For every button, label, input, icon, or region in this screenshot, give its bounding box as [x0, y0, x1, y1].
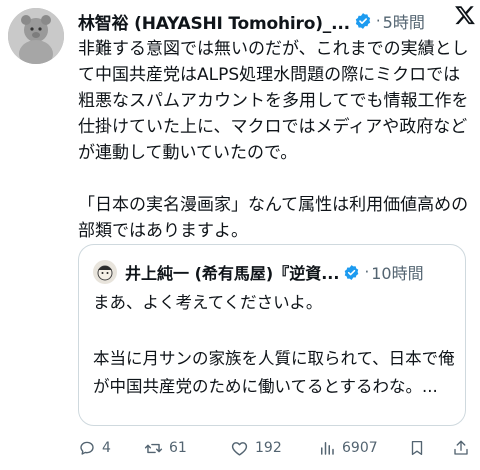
tweet-header: 林智裕 (HAYASHI Tomohiro)_... · 5時間 — [78, 6, 468, 36]
bookmark-button[interactable] — [408, 439, 438, 457]
quoted-tweet[interactable]: 井上純一 (希有馬屋)『逆資... · 10時間 まあ、よく考えてくださいよ。 … — [78, 244, 466, 426]
quoted-verified-badge-icon — [343, 264, 360, 281]
quoted-tweet-text: まあ、よく考えてくださいよ。 本当に月サンの家族を人質に取られて、日本で俺が中国… — [93, 293, 455, 396]
quoted-tweet-time: 10時間 — [371, 264, 424, 283]
views-button[interactable]: 6907 — [318, 439, 408, 457]
author-name[interactable]: 林智裕 (HAYASHI Tomohiro)_... — [78, 9, 350, 34]
quoted-author-name: 井上純一 (希有馬屋)『逆資... — [125, 264, 340, 283]
share-icon — [454, 440, 468, 455]
views-icon — [321, 442, 334, 455]
action-bar: 4 61 192 6907 — [78, 436, 470, 460]
share-button[interactable] — [452, 439, 470, 457]
like-button[interactable]: 192 — [230, 439, 318, 458]
avatar-image — [8, 8, 64, 64]
reply-icon — [80, 441, 94, 455]
quoted-tweet-header: 井上純一 (希有馬屋)『逆資... · 10時間 — [93, 259, 453, 285]
views-count: 6907 — [342, 440, 378, 456]
like-icon — [231, 441, 248, 456]
tweet-time[interactable]: 5時間 — [383, 9, 425, 33]
author-avatar[interactable] — [8, 8, 64, 64]
x-logo-icon[interactable] — [454, 4, 476, 30]
reply-button[interactable]: 4 — [78, 439, 144, 457]
tweet-body-text: 非難する意図では無いのだが、これまでの実績として中国共産党はALPS処理水問題の… — [78, 39, 469, 241]
quoted-separator-dot: · — [364, 263, 370, 281]
quoted-author-avatar — [93, 260, 117, 284]
like-count: 192 — [255, 440, 282, 456]
reply-count: 4 — [102, 440, 111, 456]
verified-badge-icon — [354, 12, 372, 30]
separator-dot: · — [375, 12, 381, 30]
repost-icon — [144, 443, 163, 453]
repost-button[interactable]: 61 — [144, 439, 230, 458]
bookmark-icon — [411, 440, 423, 456]
repost-count: 61 — [169, 440, 187, 456]
